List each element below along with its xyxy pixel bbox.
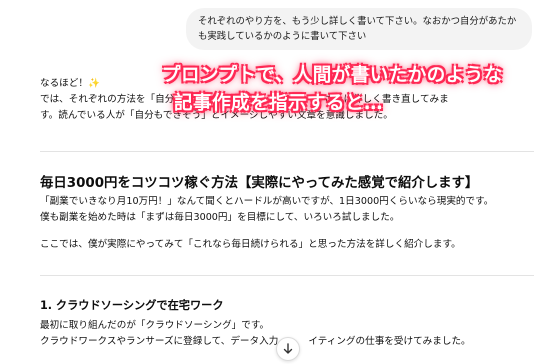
user-message-line: も実践しているかのように書いて下さい (198, 31, 367, 42)
paragraph-line: クラウドワークスやランサーズに登録して、データ入力 イティングの仕事を受けてみまし… (40, 334, 471, 350)
arrow-down-icon (283, 343, 293, 354)
paragraph: ここでは、僕が実際にやってみて「これなら毎日続けられる」と思った方法を詳しく紹介… (40, 237, 461, 253)
intro-text: なるほど！ (40, 78, 88, 89)
user-message-line: それぞれのやり方を、もう少し詳しく書いて下さい。なおかつ自分があたか (198, 16, 517, 27)
divider (40, 275, 534, 276)
paragraph-line: 最初に取り組んだのが「クラウドソーシング」です。 (40, 320, 270, 331)
user-message-bubble: それぞれのやり方を、もう少し詳しく書いて下さい。なおかつ自分があたか も実践して… (186, 8, 532, 50)
paragraph-line: 「副業でいきなり月10万円！」なんて聞くとハードルが高いですが、1日3000円く… (40, 196, 494, 207)
paragraph-text-start: クラウドワークスやランサーズに登録して、データ入力 (40, 336, 279, 347)
paragraph: 最初に取り組んだのが「クラウドソーシング」です。 クラウドワークスやランサーズに… (40, 318, 471, 350)
paragraph-text-end: イティングの仕事を受けてみました。 (308, 336, 471, 347)
divider (40, 151, 534, 152)
scroll-down-button[interactable] (276, 337, 300, 361)
paragraph: 「副業でいきなり月10万円！」なんて聞くとハードルが高いですが、1日3000円く… (40, 194, 493, 226)
overlay-caption: プロンプトで、人間が書いたかのような 記事作成を指示すると… (162, 62, 503, 118)
paragraph-line: ここでは、僕が実際にやってみて「これなら毎日続けられる」と思った方法を詳しく紹介… (40, 239, 461, 250)
section-heading: 1. クラウドソーシングで在宅ワーク (40, 299, 224, 312)
overlay-caption-line: 記事作成を指示すると… (174, 93, 384, 114)
intro-text-start: では、それぞれの方法を「自分 (40, 94, 175, 105)
overlay-caption-line: プロンプトで、人間が書いたかのような (162, 65, 503, 86)
article-heading: 毎日3000円をコツコツ稼ぐ方法【実際にやってみた感覚で紹介します】 (40, 176, 479, 191)
sparkle-icon: ✨ (87, 78, 100, 89)
paragraph-line: 僕も副業を始めた時は「まずは毎日3000円」を目標にして、いろいろ試しました。 (40, 212, 400, 223)
